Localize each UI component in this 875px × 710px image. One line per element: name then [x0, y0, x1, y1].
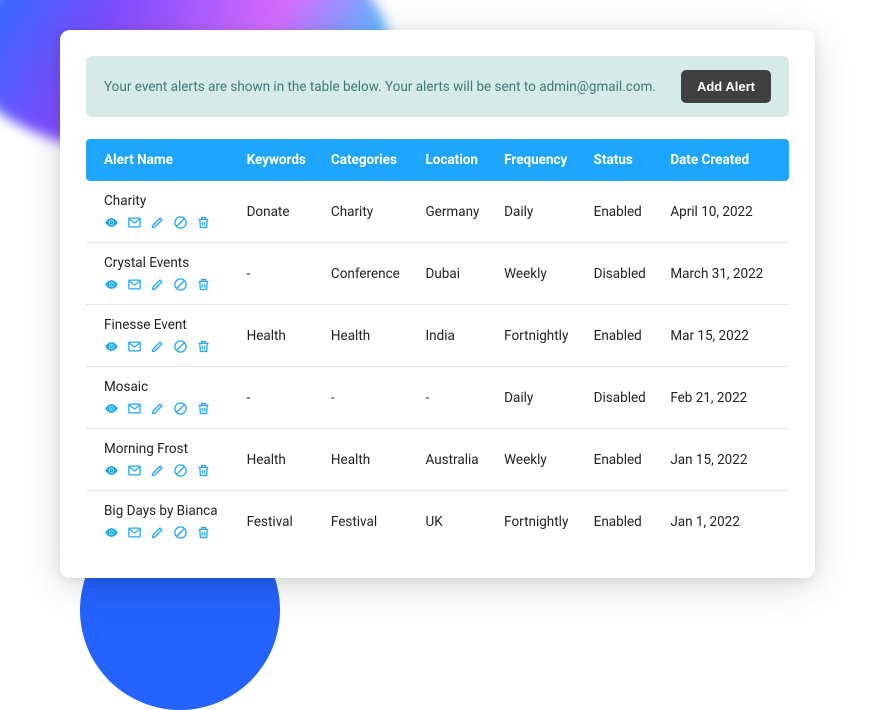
- cell-categories: Festival: [321, 491, 416, 553]
- cell-categories: Conference: [321, 243, 416, 305]
- delete-icon[interactable]: [196, 463, 211, 478]
- row-actions: [104, 401, 227, 416]
- cell-keywords: Health: [237, 429, 321, 491]
- cell-categories: Charity: [321, 181, 416, 243]
- cell-date: Jan 15, 2022: [660, 429, 789, 491]
- cell-location: India: [415, 305, 494, 367]
- col-keywords: Keywords: [237, 139, 321, 181]
- cell-keywords: -: [237, 367, 321, 429]
- cell-frequency: Weekly: [494, 243, 584, 305]
- view-icon[interactable]: [104, 215, 119, 230]
- table-row: Morning Frost Health Health Australia We…: [86, 429, 789, 491]
- cell-date: March 31, 2022: [660, 243, 789, 305]
- view-icon[interactable]: [104, 525, 119, 540]
- mail-icon[interactable]: [127, 525, 142, 540]
- mail-icon[interactable]: [127, 277, 142, 292]
- cell-status: Disabled: [584, 367, 661, 429]
- disable-icon[interactable]: [173, 277, 188, 292]
- col-date: Date Created: [660, 139, 789, 181]
- cell-frequency: Daily: [494, 367, 584, 429]
- delete-icon[interactable]: [196, 525, 211, 540]
- mail-icon[interactable]: [127, 401, 142, 416]
- table-header-row: Alert Name Keywords Categories Location …: [86, 139, 789, 181]
- alert-name: Finesse Event: [104, 317, 227, 333]
- row-actions: [104, 277, 227, 292]
- delete-icon[interactable]: [196, 215, 211, 230]
- edit-icon[interactable]: [150, 401, 165, 416]
- cell-date: Mar 15, 2022: [660, 305, 789, 367]
- col-location: Location: [415, 139, 494, 181]
- delete-icon[interactable]: [196, 277, 211, 292]
- add-alert-button[interactable]: Add Alert: [681, 70, 771, 103]
- table-row: Finesse Event Health Health India Fortni…: [86, 305, 789, 367]
- col-frequency: Frequency: [494, 139, 584, 181]
- mail-icon[interactable]: [127, 463, 142, 478]
- alert-name: Mosaic: [104, 379, 227, 395]
- cell-frequency: Fortnightly: [494, 491, 584, 553]
- table-row: Mosaic - - - Daily Disabled Feb 21, 2022: [86, 367, 789, 429]
- cell-keywords: Donate: [237, 181, 321, 243]
- row-actions: [104, 215, 227, 230]
- alerts-card: Your event alerts are shown in the table…: [60, 30, 815, 578]
- cell-status: Disabled: [584, 243, 661, 305]
- cell-categories: Health: [321, 429, 416, 491]
- row-actions: [104, 463, 227, 478]
- delete-icon[interactable]: [196, 401, 211, 416]
- cell-keywords: -: [237, 243, 321, 305]
- cell-frequency: Weekly: [494, 429, 584, 491]
- edit-icon[interactable]: [150, 525, 165, 540]
- cell-location: Dubai: [415, 243, 494, 305]
- col-categories: Categories: [321, 139, 416, 181]
- cell-location: Germany: [415, 181, 494, 243]
- cell-frequency: Fortnightly: [494, 305, 584, 367]
- info-banner: Your event alerts are shown in the table…: [86, 56, 789, 117]
- edit-icon[interactable]: [150, 215, 165, 230]
- cell-date: April 10, 2022: [660, 181, 789, 243]
- view-icon[interactable]: [104, 401, 119, 416]
- table-row: Crystal Events - Conference Dubai Weekly…: [86, 243, 789, 305]
- cell-status: Enabled: [584, 429, 661, 491]
- row-actions: [104, 525, 227, 540]
- row-actions: [104, 339, 227, 354]
- cell-status: Enabled: [584, 305, 661, 367]
- col-status: Status: [584, 139, 661, 181]
- banner-text: Your event alerts are shown in the table…: [104, 79, 656, 95]
- alerts-table: Alert Name Keywords Categories Location …: [86, 139, 789, 552]
- cell-categories: -: [321, 367, 416, 429]
- cell-date: Feb 21, 2022: [660, 367, 789, 429]
- alert-name: Charity: [104, 193, 227, 209]
- alert-name: Crystal Events: [104, 255, 227, 271]
- table-row: Charity Donate Charity Germany Daily Ena…: [86, 181, 789, 243]
- cell-location: UK: [415, 491, 494, 553]
- mail-icon[interactable]: [127, 215, 142, 230]
- alert-name: Morning Frost: [104, 441, 227, 457]
- disable-icon[interactable]: [173, 401, 188, 416]
- cell-frequency: Daily: [494, 181, 584, 243]
- cell-location: -: [415, 367, 494, 429]
- col-alert-name: Alert Name: [86, 139, 237, 181]
- disable-icon[interactable]: [173, 525, 188, 540]
- alert-name: Big Days by Bianca: [104, 503, 227, 519]
- cell-location: Australia: [415, 429, 494, 491]
- cell-keywords: Festival: [237, 491, 321, 553]
- cell-date: Jan 1, 2022: [660, 491, 789, 553]
- edit-icon[interactable]: [150, 463, 165, 478]
- cell-categories: Health: [321, 305, 416, 367]
- table-row: Big Days by Bianca Festival Festival UK …: [86, 491, 789, 553]
- disable-icon[interactable]: [173, 215, 188, 230]
- view-icon[interactable]: [104, 277, 119, 292]
- edit-icon[interactable]: [150, 339, 165, 354]
- view-icon[interactable]: [104, 339, 119, 354]
- edit-icon[interactable]: [150, 277, 165, 292]
- cell-status: Enabled: [584, 181, 661, 243]
- disable-icon[interactable]: [173, 339, 188, 354]
- view-icon[interactable]: [104, 463, 119, 478]
- disable-icon[interactable]: [173, 463, 188, 478]
- delete-icon[interactable]: [196, 339, 211, 354]
- cell-status: Enabled: [584, 491, 661, 553]
- cell-keywords: Health: [237, 305, 321, 367]
- mail-icon[interactable]: [127, 339, 142, 354]
